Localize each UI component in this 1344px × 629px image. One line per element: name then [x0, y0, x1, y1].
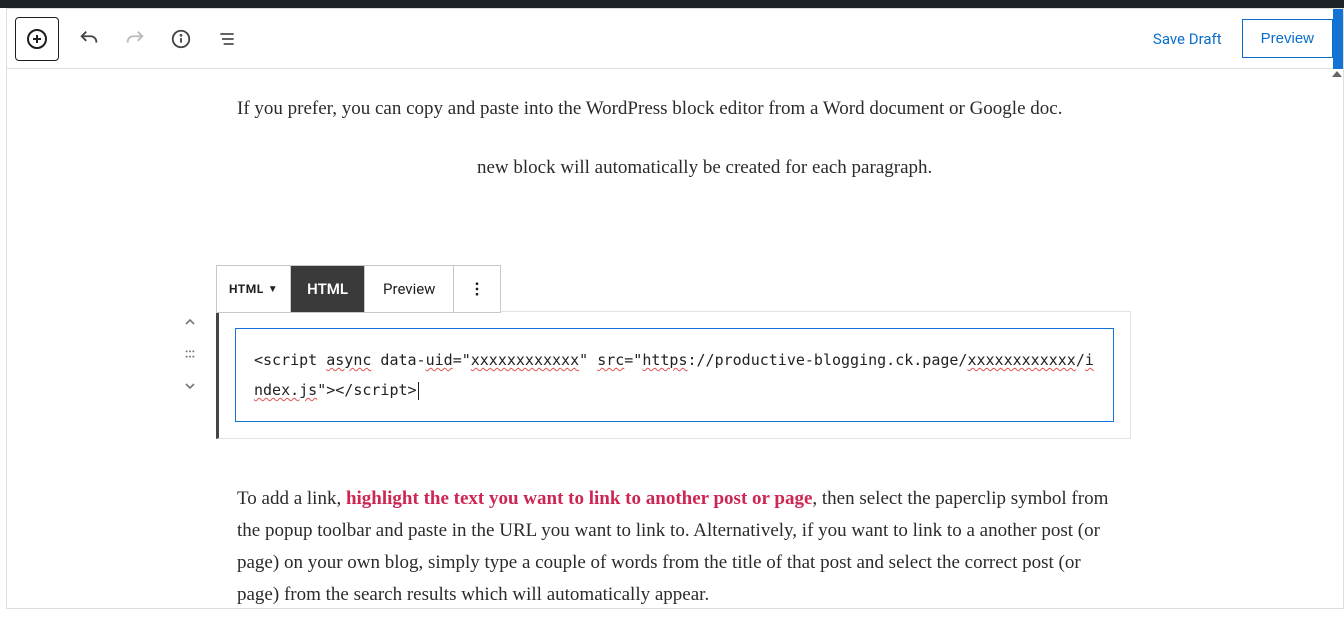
code-token: <script [254, 351, 326, 369]
undo-icon [78, 28, 100, 50]
html-code-input[interactable]: <script async data-uid="xxxxxxxxxxxx" sr… [235, 328, 1114, 422]
block-mover [170, 309, 210, 399]
undo-button[interactable] [73, 23, 105, 55]
chevron-down-icon [182, 378, 198, 394]
more-vertical-icon [468, 280, 486, 298]
highlighted-link-text: highlight the text you want to link to a… [346, 488, 812, 509]
code-token-spellcheck: xxxxxxxxxxxx [967, 351, 1075, 369]
block-type-selector[interactable]: HTML ▼ [217, 266, 291, 312]
code-token-spellcheck: xxxxxxxxxxxx [471, 351, 579, 369]
editor-toolbar: Save Draft Preview [7, 9, 1343, 69]
block-toolbar: HTML ▼ HTML Preview [216, 265, 501, 313]
save-draft-button[interactable]: Save Draft [1153, 30, 1222, 48]
drag-handle-icon [182, 346, 198, 362]
code-token: =" [624, 351, 642, 369]
add-block-button[interactable] [15, 17, 59, 61]
plus-circle-icon [25, 27, 49, 51]
code-token: " [579, 351, 597, 369]
info-button[interactable] [165, 23, 197, 55]
text-cursor [418, 382, 419, 400]
list-outline-icon [217, 29, 237, 49]
code-token: data- [371, 351, 425, 369]
publish-button-edge[interactable] [1333, 9, 1343, 69]
redo-button [119, 23, 151, 55]
tab-html[interactable]: HTML [291, 266, 365, 312]
chevron-down-icon: ▼ [268, 284, 278, 295]
code-token: "></script> [317, 381, 416, 399]
toolbar-right-group: Save Draft Preview [1153, 19, 1333, 58]
outline-button[interactable] [211, 23, 243, 55]
content-column: If you prefer, you can copy and paste in… [237, 93, 1117, 212]
info-icon [170, 28, 192, 50]
window-top-strip [0, 0, 1344, 8]
tab-preview[interactable]: Preview [365, 266, 454, 312]
paragraph-block[interactable]: If you prefer, you can copy and paste in… [237, 93, 1117, 124]
paragraph-text-before: To add a link, [237, 488, 346, 509]
drag-handle[interactable] [175, 341, 205, 367]
preview-button[interactable]: Preview [1242, 19, 1333, 58]
editor-canvas[interactable]: If you prefer, you can copy and paste in… [7, 69, 1343, 608]
code-token-spellcheck: uid [426, 351, 453, 369]
editor-frame: Save Draft Preview If you prefer, you ca… [6, 8, 1344, 609]
paragraph-block-partial[interactable]: new block will automatically be created … [477, 152, 1117, 183]
code-token: / [1076, 351, 1085, 369]
redo-icon [124, 28, 146, 50]
move-up-button[interactable] [175, 309, 205, 335]
block-type-label: HTML [229, 282, 264, 296]
code-token: =" [453, 351, 471, 369]
code-token: ://productive-blogging.ck.page/ [688, 351, 968, 369]
code-token-spellcheck: https [642, 351, 687, 369]
block-content-frame: <script async data-uid="xxxxxxxxxxxx" sr… [216, 311, 1131, 439]
code-token-spellcheck: src [597, 351, 624, 369]
paragraph-block[interactable]: To add a link, highlight the text you wa… [237, 483, 1117, 608]
more-options-button[interactable] [454, 266, 500, 312]
block-body: HTML ▼ HTML Preview <script async data-ui… [216, 265, 1131, 439]
toolbar-left-group [15, 17, 243, 61]
move-down-button[interactable] [175, 373, 205, 399]
chevron-up-icon [182, 314, 198, 330]
code-token-spellcheck: async [326, 351, 371, 369]
